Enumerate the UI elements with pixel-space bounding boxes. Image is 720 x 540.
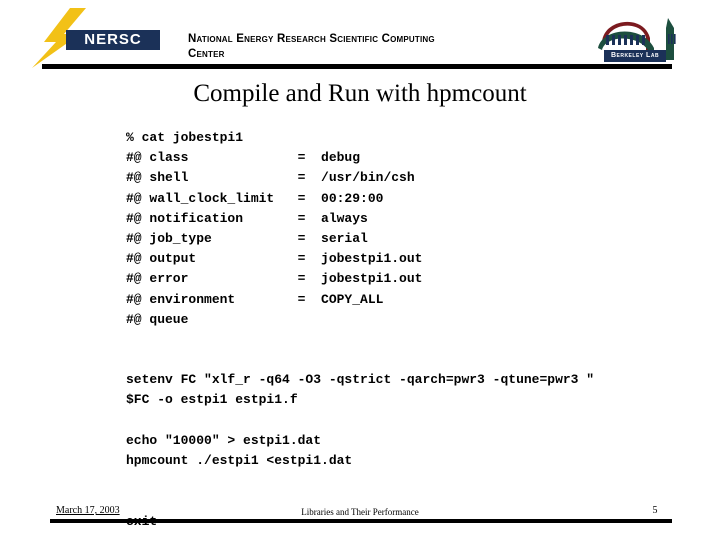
code-line: echo "10000" > estpi1.dat [126, 432, 322, 448]
code-line: #@ job_type = serial [126, 230, 368, 246]
code-line: % cat jobestpi1 [126, 130, 244, 145]
nersc-wordmark-text: NERSC [84, 31, 142, 48]
page-title: Compile and Run with hpmcount [193, 80, 527, 107]
header-divider [42, 64, 672, 69]
footer-divider [50, 519, 672, 523]
code-line: $FC -o estpi1 estpi1.f [126, 392, 298, 408]
footer-page-number: 5 [652, 505, 658, 516]
code-line: #@ shell = /usr/bin/csh [126, 170, 415, 186]
code-line: #@ notification = always [126, 210, 368, 226]
organization-name: National Energy Research Scientific Comp… [188, 32, 508, 62]
code-line: setenv FC "xlf_r -q64 -O3 -qstrict -qarc… [126, 372, 595, 388]
nersc-logo: NERSC [24, 8, 160, 68]
code-line: #@ error = jobestpi1.out [126, 271, 423, 287]
berkeley-lab-logo: Berkeley Lab [592, 8, 688, 68]
code-line: #@ class = debug [126, 150, 361, 166]
code-listing: % cat jobestpi1 #@ class = debug #@ shell … [126, 128, 686, 532]
code-line: #@ wall_clock_limit = 00:29:00 [126, 190, 384, 206]
slide: NERSC National Energy Research Scientifi… [0, 0, 720, 540]
footer-subject: Libraries and Their Performance [301, 507, 419, 517]
slide-header: NERSC National Energy Research Scientifi… [0, 0, 720, 72]
organization-name-line1: National Energy Research Scientific Comp… [188, 33, 435, 45]
berkeley-lab-wordmark-text: Berkeley Lab [610, 52, 660, 59]
code-line: hpmcount ./estpi1 <estpi1.dat [126, 453, 353, 468]
code-line: #@ output = jobestpi1.out [126, 251, 423, 267]
organization-name-line2: Center [188, 48, 225, 60]
code-line: #@ queue [126, 311, 189, 327]
code-line: #@ environment = COPY_ALL [126, 291, 384, 307]
